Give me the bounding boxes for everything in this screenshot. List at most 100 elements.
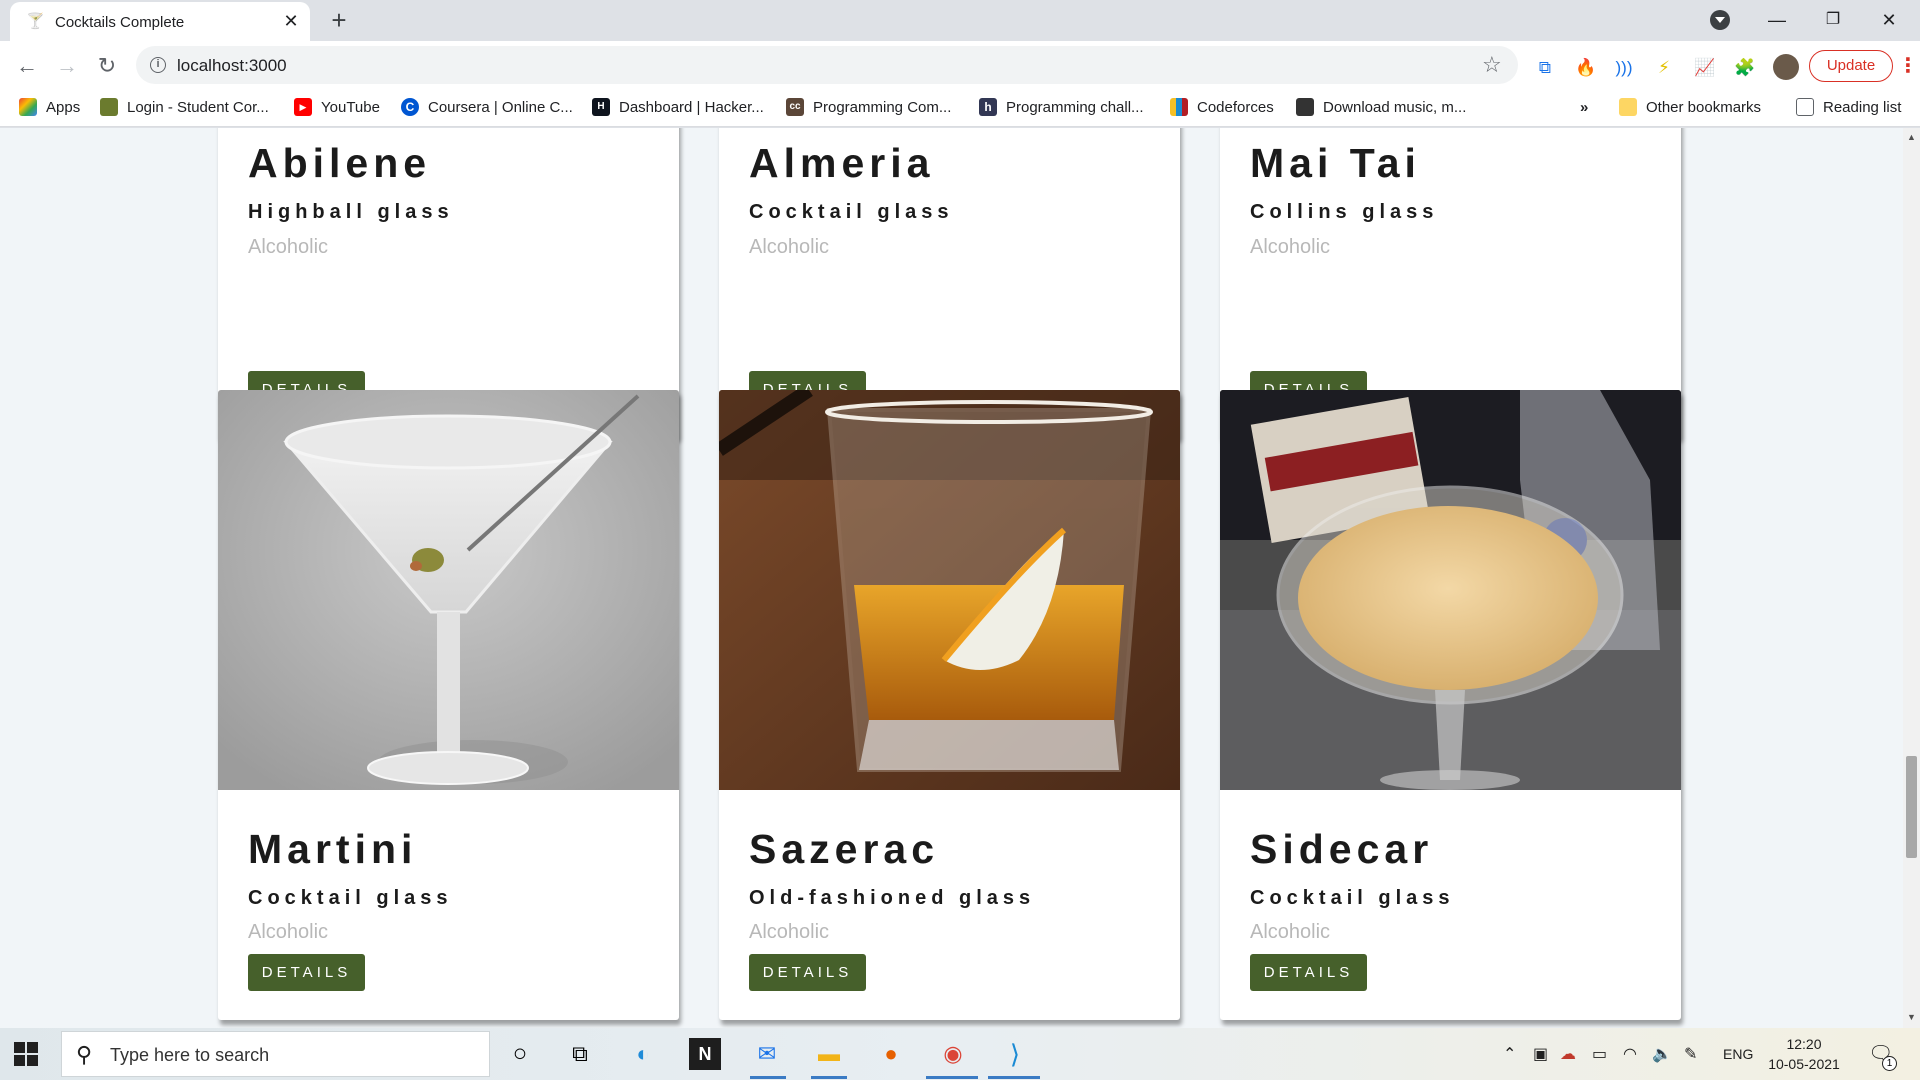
details-button[interactable]: DETAILS	[749, 954, 866, 991]
battery-icon[interactable]: ▭	[1592, 1044, 1607, 1064]
bookmark-label: Coursera | Online C...	[428, 98, 573, 116]
back-icon[interactable]: ←	[12, 51, 42, 81]
cocktail-type: Alcoholic	[248, 236, 329, 258]
hackerearth-icon: h	[979, 98, 997, 116]
address-bar[interactable]: i localhost:3000 ☆	[136, 46, 1518, 84]
page-scrollbar[interactable]: ▲ ▼	[1903, 128, 1920, 1028]
task-view-icon[interactable]: ⧉	[564, 1038, 596, 1070]
scroll-up-arrow-icon[interactable]: ▲	[1903, 132, 1920, 142]
cocktail-glass: Collins glass	[1250, 201, 1439, 223]
windows-start-icon[interactable]	[14, 1042, 38, 1066]
bookmark-label: Programming chall...	[1006, 98, 1144, 116]
bookmark-codeforces[interactable]: Codeforces	[1170, 95, 1274, 119]
file-explorer-icon[interactable]: ▬	[813, 1038, 845, 1070]
bookmark-hackerearth[interactable]: h Programming chall...	[979, 95, 1144, 119]
download-icon	[1296, 98, 1314, 116]
notification-count-badge: 1	[1882, 1056, 1897, 1071]
clock-date: 10-05-2021	[1768, 1056, 1840, 1072]
extensions-puzzle-icon[interactable]: 🧩	[1734, 58, 1755, 78]
language-indicator[interactable]: ENG	[1723, 1046, 1753, 1062]
new-tab-button[interactable]: +	[325, 6, 353, 34]
codechef-icon: cc	[786, 98, 804, 116]
clock-time: 12:20	[1786, 1036, 1822, 1052]
martini-photo	[218, 390, 679, 790]
bookmark-label: YouTube	[321, 98, 380, 116]
bookmark-label: Download music, m...	[1323, 98, 1467, 116]
tab-title: Cocktails Complete	[55, 14, 185, 31]
volume-icon[interactable]: 🔈	[1652, 1044, 1672, 1064]
details-button[interactable]: DETAILS	[248, 954, 365, 991]
profile-avatar[interactable]	[1773, 54, 1799, 80]
cocktail-type: Alcoholic	[749, 236, 830, 258]
window-close-icon[interactable]: ✕	[1866, 4, 1912, 36]
stats-extension-icon[interactable]: 📈	[1694, 58, 1715, 78]
fire-extension-icon[interactable]: 🔥	[1575, 58, 1596, 78]
explorer-active-indicator	[811, 1076, 847, 1079]
cortana-icon[interactable]: ○	[504, 1038, 536, 1070]
cocktail-name: Abilene	[248, 140, 432, 186]
bookmark-codechef[interactable]: cc Programming Com...	[786, 95, 951, 119]
bookmark-download-music[interactable]: Download music, m...	[1296, 95, 1466, 119]
reload-icon[interactable]: ↻	[92, 51, 122, 81]
details-button[interactable]: DETAILS	[1250, 954, 1367, 991]
cocktail-card: Sidecar Cocktail glass Alcoholic DETAILS	[1220, 390, 1681, 1020]
clock[interactable]: 12:20 10-05-2021	[1768, 1034, 1840, 1074]
cocktail-name: Sidecar	[1250, 826, 1434, 872]
wifi-icon[interactable]: ◠	[1623, 1044, 1637, 1064]
notion-icon[interactable]: N	[689, 1038, 721, 1070]
hackerrank-icon: H	[592, 98, 610, 116]
translate-extension-icon[interactable]: ⧉	[1535, 58, 1555, 78]
chrome-active-indicator	[926, 1076, 978, 1079]
close-tab-icon[interactable]: ✕	[280, 10, 302, 32]
cocktail-glass: Cocktail glass	[749, 201, 954, 223]
meet-now-icon[interactable]: ▣	[1533, 1044, 1548, 1064]
cocktail-card: Martini Cocktail glass Alcoholic DETAILS	[218, 390, 679, 1020]
chrome-icon[interactable]: ◉	[937, 1038, 969, 1070]
coursera-icon: C	[401, 98, 419, 116]
update-button[interactable]: Update	[1809, 50, 1893, 82]
restore-icon[interactable]: ❐	[1810, 4, 1856, 36]
reading-list-button[interactable]: Reading list	[1796, 95, 1901, 119]
cocktail-type: Alcoholic	[1250, 921, 1331, 943]
bookmark-apps[interactable]: Apps	[19, 95, 80, 119]
menu-kebab-icon[interactable]: ⋮	[1898, 53, 1918, 78]
edge-icon[interactable]: ◐	[627, 1038, 659, 1070]
url-text[interactable]: localhost:3000	[177, 56, 287, 76]
pen-icon[interactable]: ✎	[1684, 1044, 1697, 1064]
cocktail-glass: Cocktail glass	[1250, 887, 1455, 909]
taskbar-search-box[interactable]: ⚲ Type here to search	[61, 1031, 490, 1077]
bookmark-student-corner[interactable]: Login - Student Cor...	[100, 95, 269, 119]
bookmark-label: Login - Student Cor...	[127, 98, 269, 116]
vscode-icon[interactable]: ⟩	[999, 1038, 1031, 1070]
browser-tab[interactable]: 🍸 Cocktails Complete ✕	[10, 2, 310, 41]
onedrive-error-icon[interactable]: ☁	[1560, 1044, 1576, 1064]
minimize-icon[interactable]: —	[1754, 4, 1800, 36]
codeforces-icon	[1170, 98, 1188, 116]
bookmark-other-bookmarks[interactable]: Other bookmarks	[1619, 95, 1761, 119]
scroll-down-arrow-icon[interactable]: ▼	[1903, 1012, 1920, 1022]
site-info-icon[interactable]: i	[150, 57, 166, 73]
mail-icon[interactable]: ✉	[751, 1038, 783, 1070]
tab-search-icon[interactable]	[1710, 10, 1730, 30]
bookmark-hackerrank[interactable]: H Dashboard | Hacker...	[592, 95, 764, 119]
firefox-icon[interactable]: ●	[875, 1038, 907, 1070]
bookmark-youtube[interactable]: ▶ YouTube	[294, 95, 380, 119]
scrollbar-thumb[interactable]	[1906, 756, 1917, 858]
forward-icon[interactable]: →	[52, 51, 82, 81]
bookmark-label: Dashboard | Hacker...	[619, 98, 764, 116]
cocktail-type: Alcoholic	[749, 921, 830, 943]
bookmark-label: Apps	[46, 98, 81, 116]
bookmarks-overflow-button[interactable]: »	[1580, 95, 1588, 119]
audio-extension-icon[interactable]: )))	[1614, 58, 1634, 78]
browser-toolbar: ← → ↻ i localhost:3000 ☆ ⧉ 🔥 ))) ⚡ 📈 🧩 U…	[0, 41, 1920, 89]
bookmark-coursera[interactable]: C Coursera | Online C...	[401, 95, 573, 119]
cocktail-type: Alcoholic	[1250, 236, 1331, 258]
cocktail-glass: Highball glass	[248, 201, 454, 223]
bookmark-star-icon[interactable]: ☆	[1482, 52, 1502, 78]
youtube-icon: ▶	[294, 98, 312, 116]
page-viewport: Abilene Highball glass Alcoholic DETAILS…	[0, 128, 1903, 1028]
show-hidden-icons-chevron-icon[interactable]: ⌃	[1503, 1044, 1516, 1064]
cocktail-name: Mai Tai	[1250, 140, 1421, 186]
lightning-extension-icon[interactable]: ⚡	[1654, 58, 1674, 78]
bookmark-label: Codeforces	[1197, 98, 1274, 116]
